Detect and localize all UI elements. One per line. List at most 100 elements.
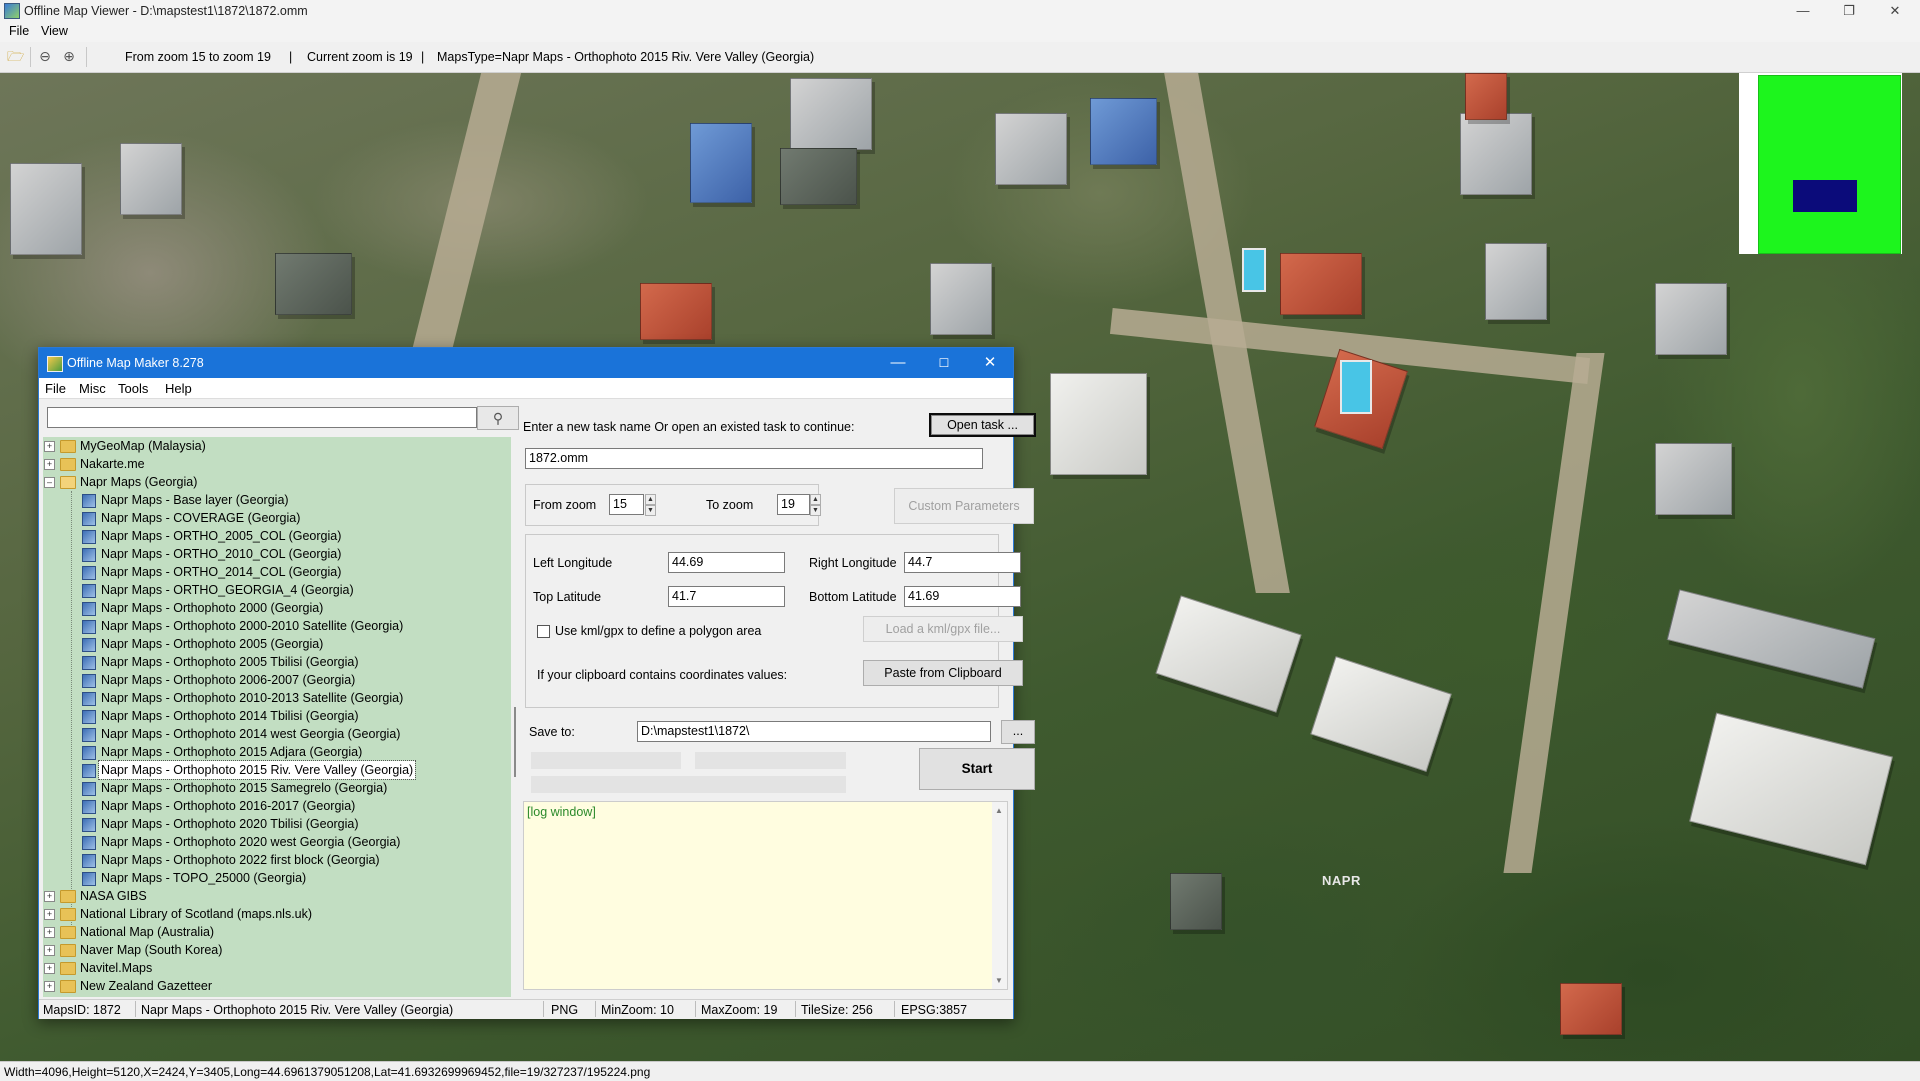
- building: [1090, 98, 1157, 165]
- top-latitude-input[interactable]: 41.7: [668, 586, 785, 607]
- start-button[interactable]: Start: [919, 748, 1035, 790]
- building: [1465, 73, 1507, 120]
- map-layer-icon: [82, 728, 96, 742]
- menu-bar: File View: [0, 22, 1920, 42]
- map-layer-icon: [82, 530, 96, 544]
- from-zoom-label: From zoom: [533, 498, 597, 512]
- maps-id: MapsID: 1872: [43, 1003, 121, 1017]
- folder-icon: [60, 908, 76, 921]
- building: [1050, 373, 1147, 475]
- scroll-down-icon[interactable]: ▼: [995, 976, 1003, 985]
- map-layer-icon: [82, 548, 96, 562]
- expand-icon[interactable]: +: [44, 945, 55, 956]
- map-layer-icon: [82, 782, 96, 796]
- expand-icon[interactable]: +: [44, 963, 55, 974]
- to-zoom-spinner[interactable]: ▲ ▼: [810, 494, 821, 516]
- scrollbar-thumb[interactable]: [514, 707, 516, 777]
- window-title: Offline Map Viewer - D:\mapstest1\1872\1…: [24, 4, 308, 18]
- task-name-input[interactable]: 1872.omm: [525, 448, 983, 469]
- expand-icon[interactable]: +: [44, 891, 55, 902]
- log-window[interactable]: [log window] ▲ ▼: [523, 801, 1008, 990]
- building: [1155, 595, 1302, 713]
- maps-type-text: MapsType=Napr Maps - Orthophoto 2015 Riv…: [437, 50, 815, 64]
- building: [1310, 656, 1452, 772]
- folder-icon: [60, 440, 76, 453]
- menu-view[interactable]: View: [41, 24, 68, 38]
- save-to-label: Save to:: [529, 725, 575, 739]
- dialog-minimize-button[interactable]: —: [875, 348, 921, 378]
- building: [1280, 253, 1362, 315]
- left-longitude-input[interactable]: 44.69: [668, 552, 785, 573]
- overview-minimap[interactable]: [1739, 73, 1902, 254]
- progress-bar: [695, 752, 846, 769]
- building: [690, 123, 752, 203]
- toolbar-separator: |: [289, 50, 293, 64]
- log-scrollbar[interactable]: ▲ ▼: [992, 802, 1007, 989]
- epsg: EPSG:3857: [901, 1003, 968, 1017]
- folder-icon: [60, 458, 76, 471]
- save-path-input[interactable]: D:\mapstest1\1872\: [637, 721, 991, 742]
- map-source-tree[interactable]: + MyGeoMap (Malaysia) + Nakarte.me – Nap…: [43, 437, 511, 997]
- map-layer-icon: [82, 710, 96, 724]
- scroll-up-icon[interactable]: ▲: [995, 806, 1003, 815]
- map-layer-icon: [82, 746, 96, 760]
- collapse-icon[interactable]: –: [44, 477, 55, 488]
- dialog-menu-file[interactable]: File: [45, 381, 66, 396]
- paste-clipboard-button[interactable]: Paste from Clipboard: [863, 660, 1023, 686]
- left-longitude-label: Left Longitude: [533, 556, 613, 570]
- load-kml-button[interactable]: Load a kml/gpx file...: [863, 616, 1023, 642]
- map-layer-icon: [82, 638, 96, 652]
- dialog-close-button[interactable]: ✕: [967, 348, 1013, 378]
- dialog-status-bar: MapsID: 1872 Napr Maps - Orthophoto 2015…: [39, 999, 1013, 1019]
- expand-icon[interactable]: +: [44, 981, 55, 992]
- map-layer-icon: [82, 692, 96, 706]
- dialog-menu-tools[interactable]: Tools: [118, 381, 148, 396]
- custom-parameters-button[interactable]: Custom Parameters: [894, 488, 1034, 524]
- right-longitude-input[interactable]: 44.7: [904, 552, 1021, 573]
- building: [275, 253, 352, 315]
- status-text: Width=4096,Height=5120,X=2424,Y=3405,Lon…: [4, 1065, 651, 1079]
- minimize-button[interactable]: —: [1780, 0, 1826, 22]
- dialog-title: Offline Map Maker 8.278: [67, 356, 204, 370]
- open-folder-icon[interactable]: 🗁: [7, 48, 24, 64]
- open-task-button[interactable]: Open task ...: [929, 413, 1036, 437]
- restore-button[interactable]: ❐: [1826, 0, 1872, 22]
- folder-icon: [60, 980, 76, 993]
- building: [640, 283, 712, 340]
- bottom-latitude-input[interactable]: 41.69: [904, 586, 1021, 607]
- map-layer-icon: [82, 800, 96, 814]
- dialog-menu-misc[interactable]: Misc: [79, 381, 106, 396]
- dialog-menu-help[interactable]: Help: [165, 381, 192, 396]
- dialog-maximize-button[interactable]: ☐: [921, 348, 967, 378]
- kml-label: Use kml/gpx to define a polygon area: [555, 624, 762, 638]
- pool: [1340, 360, 1372, 414]
- right-longitude-label: Right Longitude: [809, 556, 897, 570]
- building: [790, 78, 872, 150]
- expand-icon[interactable]: +: [44, 927, 55, 938]
- browse-button[interactable]: ...: [1001, 720, 1035, 744]
- kml-checkbox[interactable]: [537, 625, 550, 638]
- overview-viewport[interactable]: [1793, 180, 1857, 212]
- map-layer-icon: [82, 512, 96, 526]
- map-layer-icon: [82, 656, 96, 670]
- toolbar: 🗁 ⊖ ⊕ From zoom 15 to zoom 19 | Current …: [0, 42, 1920, 73]
- building: [10, 163, 82, 255]
- folder-icon: [60, 890, 76, 903]
- close-button[interactable]: ✕: [1872, 0, 1918, 22]
- to-zoom-input[interactable]: 19: [777, 494, 810, 515]
- expand-icon[interactable]: +: [44, 441, 55, 452]
- zoom-out-icon[interactable]: ⊖: [37, 48, 53, 64]
- from-zoom-input[interactable]: 15: [609, 494, 644, 515]
- expand-icon[interactable]: +: [44, 909, 55, 920]
- dialog-title-bar: Offline Map Maker 8.278 — ☐ ✕: [39, 348, 1013, 378]
- zoom-in-icon[interactable]: ⊕: [61, 48, 77, 64]
- from-zoom-spinner[interactable]: ▲ ▼: [645, 494, 656, 516]
- map-watermark: NAPR: [1322, 873, 1361, 888]
- menu-file[interactable]: File: [9, 24, 29, 38]
- expand-icon[interactable]: +: [44, 459, 55, 470]
- progress-bar: [531, 776, 846, 793]
- map-search-input[interactable]: [47, 407, 477, 428]
- dialog-menu-bar: File Misc Tools Help: [39, 378, 1013, 399]
- clipboard-label: If your clipboard contains coordinates v…: [537, 668, 788, 682]
- search-button[interactable]: ⚲: [477, 406, 519, 430]
